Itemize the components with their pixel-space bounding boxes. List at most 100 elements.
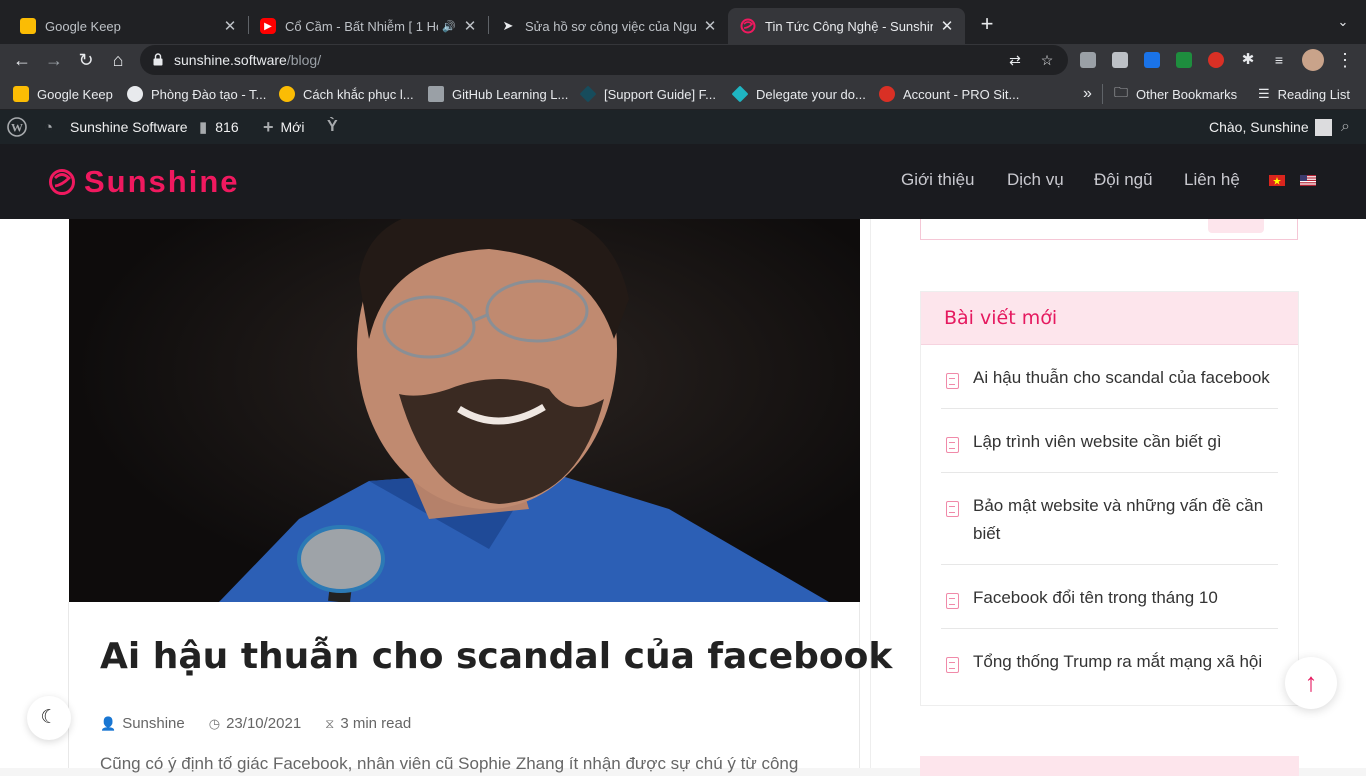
bookmark-label: Phòng Đào tạo - T... bbox=[151, 86, 267, 102]
plus-icon: + bbox=[263, 116, 274, 137]
bookmark-label: GitHub Learning L... bbox=[452, 86, 569, 102]
list-item[interactable]: Bảo mật website và những vấn đề cần biết bbox=[941, 473, 1278, 565]
bookmark-favicon bbox=[731, 85, 749, 103]
sunshine-logo-icon bbox=[49, 169, 75, 195]
home-icon[interactable]: ⌂ bbox=[106, 48, 130, 72]
yoast-seo-icon[interactable]: Ỳ bbox=[327, 110, 338, 144]
wp-comments[interactable]: ▮ 816 bbox=[199, 110, 239, 144]
browser-tab-strip: Google Keep ✕ ▶ Cổ Cầm - Bất Nhiễm [ 1 H… bbox=[0, 0, 1366, 44]
close-icon[interactable]: ✕ bbox=[702, 17, 718, 35]
browser-toolbar: ← → ↻ ⌂ sunshine.software/blog/ ⇄ ☆ ✱ ≡ … bbox=[0, 44, 1366, 77]
reload-icon[interactable]: ↻ bbox=[74, 48, 98, 72]
sidebar-search-widget bbox=[920, 219, 1298, 240]
extension-icon[interactable] bbox=[1208, 52, 1224, 68]
other-bookmarks[interactable]: 🗀 Other Bookmarks bbox=[1114, 84, 1238, 103]
bookmark-item[interactable]: Cách khắc phục l... bbox=[279, 85, 414, 103]
extension-icon[interactable] bbox=[1080, 52, 1096, 68]
post-date: 23/10/2021 bbox=[226, 715, 302, 732]
nav-gioi-thieu[interactable]: Giới thiệu bbox=[901, 170, 975, 190]
close-icon[interactable]: ✕ bbox=[222, 17, 238, 35]
site-logo[interactable]: Sunshine bbox=[48, 164, 240, 200]
extension-check-icon[interactable] bbox=[1144, 52, 1160, 68]
bookmark-label: Account - PRO Sit... bbox=[903, 86, 1020, 102]
tab-youtube[interactable]: ▶ Cổ Cầm - Bất Nhiễm [ 1 Hour ] 🔊 ✕ bbox=[248, 8, 488, 44]
bookmark-item[interactable]: Phòng Đào tạo - T... bbox=[127, 85, 266, 103]
post-featured-image[interactable] bbox=[69, 219, 860, 602]
close-icon[interactable]: ✕ bbox=[939, 17, 955, 35]
recent-post-link[interactable]: Facebook đổi tên trong tháng 10 bbox=[973, 588, 1218, 607]
nav-doi-ngu[interactable]: Đội ngũ bbox=[1094, 170, 1153, 190]
extension-icon[interactable] bbox=[1176, 52, 1192, 68]
recent-post-link[interactable]: Bảo mật website và những vấn đề cần biết bbox=[973, 496, 1263, 543]
search-button[interactable] bbox=[1208, 219, 1264, 233]
bookmark-item[interactable]: GitHub Learning L... bbox=[428, 85, 568, 103]
list-item[interactable]: Ai hậu thuẫn cho scandal của facebook bbox=[941, 345, 1278, 409]
close-icon[interactable]: ✕ bbox=[462, 17, 478, 35]
nav-lien-he[interactable]: Liên hệ bbox=[1184, 170, 1240, 190]
bookmarks-overflow-button[interactable]: » bbox=[1083, 85, 1092, 103]
list-item[interactable]: Facebook đổi tên trong tháng 10 bbox=[941, 565, 1278, 629]
bookmark-item[interactable]: Delegate your do... bbox=[731, 85, 866, 103]
bookmark-item[interactable]: [Support Guide] F... bbox=[579, 85, 717, 103]
puzzle-extensions-icon[interactable]: ✱ bbox=[1240, 52, 1256, 68]
sidebar-next-widget bbox=[920, 756, 1299, 776]
clock-icon: ◷ bbox=[208, 715, 221, 731]
wp-new-content[interactable]: + Mới bbox=[263, 110, 304, 144]
media-control-icon[interactable]: ≡ bbox=[1271, 52, 1287, 68]
address-bar[interactable]: sunshine.software/blog/ ⇄ ☆ bbox=[140, 45, 1068, 75]
bookmark-item[interactable]: Account - PRO Sit... bbox=[879, 85, 1019, 103]
nav-dich-vu[interactable]: Dịch vụ bbox=[1007, 170, 1064, 190]
post-photo bbox=[219, 219, 829, 602]
dashboard-icon: ◔ bbox=[44, 119, 54, 136]
wp-site-name[interactable]: ◔ Sunshine Software bbox=[44, 110, 188, 144]
bookmark-label: [Support Guide] F... bbox=[604, 86, 717, 102]
youtube-icon: ▶ bbox=[260, 18, 276, 34]
scroll-to-top-button[interactable]: ↑ bbox=[1285, 657, 1337, 709]
recent-post-link[interactable]: Tổng thống Trump ra mắt mạng xã hội bbox=[973, 652, 1262, 671]
tab-title: Cổ Cầm - Bất Nhiễm [ 1 Hour ] bbox=[285, 18, 438, 34]
forward-icon[interactable]: → bbox=[42, 48, 66, 72]
document-icon bbox=[946, 593, 959, 609]
post-read-time: 3 min read bbox=[340, 715, 412, 732]
chrome-menu-icon[interactable]: ⋮ bbox=[1333, 48, 1357, 72]
tab-search-icon[interactable]: ⌄ bbox=[1334, 14, 1352, 34]
tab-google-keep[interactable]: Google Keep ✕ bbox=[8, 8, 248, 44]
greeting-label: Chào, Sunshine bbox=[1209, 119, 1309, 135]
extension-icon[interactable] bbox=[1112, 52, 1128, 68]
tab-title: Sửa hồ sơ công việc của Nguyễn bbox=[525, 18, 696, 34]
url-text: sunshine.software/blog/ bbox=[174, 52, 322, 68]
search-icon[interactable]: ⌕ bbox=[1341, 110, 1350, 144]
other-bookmarks-label: Other Bookmarks bbox=[1136, 86, 1238, 102]
recent-post-link[interactable]: Ai hậu thuẫn cho scandal của facebook bbox=[973, 368, 1270, 387]
list-item[interactable]: Lập trình viên website cần biết gì bbox=[941, 409, 1278, 473]
translate-icon[interactable]: ⇄ bbox=[1006, 51, 1024, 69]
tab-title: Tin Tức Công Nghệ - Sunshine bbox=[765, 18, 933, 34]
sunshine-logo-icon bbox=[740, 18, 756, 34]
tab-sunshine[interactable]: Tin Tức Công Nghệ - Sunshine ✕ bbox=[728, 8, 965, 44]
post-author[interactable]: Sunshine bbox=[122, 715, 185, 732]
wordpress-logo-icon[interactable]: W bbox=[7, 110, 27, 144]
vietnam-flag-icon[interactable] bbox=[1269, 175, 1285, 186]
github-icon bbox=[428, 86, 444, 102]
document-icon bbox=[946, 657, 959, 673]
recent-post-link[interactable]: Lập trình viên website cần biết gì bbox=[973, 432, 1222, 451]
recent-posts-widget: Bài viết mới Ai hậu thuẫn cho scandal củ… bbox=[920, 291, 1299, 706]
reading-list[interactable]: ☰ Reading List bbox=[1258, 85, 1350, 103]
post-card: Ai hậu thuẫn cho scandal của facebook 👤 … bbox=[68, 602, 892, 773]
folder-icon: 🗀 bbox=[1114, 84, 1128, 100]
document-icon bbox=[946, 437, 959, 453]
list-item[interactable]: Tổng thống Trump ra mắt mạng xã hội bbox=[941, 629, 1278, 692]
bookmark-star-icon[interactable]: ☆ bbox=[1038, 51, 1056, 69]
post-title[interactable]: Ai hậu thuẫn cho scandal của facebook bbox=[100, 636, 892, 677]
new-tab-button[interactable]: + bbox=[977, 12, 997, 36]
tab-upwork[interactable]: ➤ Sửa hồ sơ công việc của Nguyễn ✕ bbox=[488, 8, 728, 44]
profile-avatar[interactable] bbox=[1302, 49, 1324, 71]
user-icon: 👤 bbox=[100, 715, 117, 731]
dark-mode-toggle-icon[interactable]: ☾ bbox=[27, 696, 71, 740]
us-flag-icon[interactable] bbox=[1300, 175, 1316, 186]
audio-playing-icon[interactable]: 🔊 bbox=[442, 20, 456, 33]
wp-account[interactable]: Chào, Sunshine bbox=[1209, 110, 1332, 144]
back-icon[interactable]: ← bbox=[10, 48, 34, 72]
bookmark-item[interactable]: Google Keep bbox=[13, 85, 113, 103]
comments-count: 816 bbox=[215, 119, 239, 135]
